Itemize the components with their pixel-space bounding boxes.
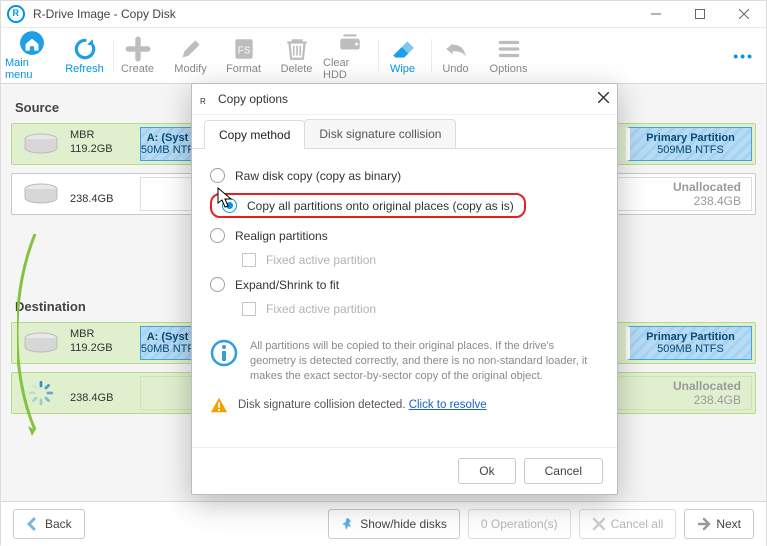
titlebar: R R-Drive Image - Copy Disk	[1, 1, 766, 28]
dialog-close-button[interactable]	[598, 92, 609, 106]
bottombar: Back Show/hide disks 0 Operation(s) Canc…	[1, 501, 766, 546]
partition-sys[interactable]: A: (Syst 50MB NTF	[140, 326, 195, 360]
undo-icon	[443, 36, 469, 62]
warning-panel: Disk signature collision detected. Click…	[192, 394, 617, 426]
radio-icon	[210, 277, 225, 292]
info-panel: All partitions will be copied to their o…	[192, 335, 617, 394]
resolve-link[interactable]: Click to resolve	[409, 399, 487, 411]
minimize-button[interactable]	[634, 1, 678, 27]
opt-expand[interactable]: Expand/Shrink to fit	[210, 272, 599, 297]
opt-raw-copy[interactable]: Raw disk copy (copy as binary)	[210, 163, 599, 188]
dialog-title: Copy options	[218, 92, 288, 106]
partition-primary[interactable]: Primary Partition 509MB NTFS	[626, 127, 752, 161]
arrow-right-icon	[697, 517, 711, 531]
window-title: R-Drive Image - Copy Disk	[31, 7, 176, 21]
app-logo-icon: R	[7, 5, 25, 23]
opt-realign[interactable]: Realign partitions	[210, 223, 599, 248]
next-button[interactable]: Next	[684, 509, 754, 539]
trash-icon	[284, 36, 310, 62]
toolbar-modify[interactable]: Modify	[164, 29, 217, 82]
opt-realign-fixed: Fixed active partition	[210, 248, 599, 272]
arrow-left-icon	[26, 517, 40, 531]
cancel-all-button: Cancel all	[579, 509, 677, 539]
opt-expand-fixed: Fixed active partition	[210, 297, 599, 321]
tab-collision[interactable]: Disk signature collision	[304, 119, 456, 148]
x-icon	[592, 517, 606, 531]
radio-icon	[222, 198, 237, 213]
format-icon: FS	[231, 36, 257, 62]
toolbar-undo[interactable]: Undo	[429, 29, 482, 82]
menu-icon	[496, 36, 522, 62]
disk-icon	[21, 133, 61, 155]
radio-icon	[210, 228, 225, 243]
ok-button[interactable]: Ok	[458, 458, 515, 484]
maximize-button[interactable]	[678, 1, 722, 27]
toolbar-format[interactable]: FS Format	[217, 29, 270, 82]
toolbar-main-menu[interactable]: Main menu	[5, 29, 58, 82]
spinner-icon	[27, 379, 55, 407]
clear-hdd-icon	[337, 30, 363, 56]
toolbar-overflow[interactable]: •••	[733, 48, 754, 64]
toolbar-delete[interactable]: Delete	[270, 29, 323, 82]
warning-icon	[210, 396, 228, 414]
info-icon	[210, 339, 238, 367]
pencil-icon	[178, 36, 204, 62]
toolbar-clear-hdd[interactable]: Clear HDD	[323, 29, 376, 82]
show-hide-disks-button[interactable]: Show/hide disks	[328, 509, 460, 539]
close-icon	[598, 92, 609, 103]
checkbox-icon	[242, 302, 256, 316]
svg-text:FS: FS	[237, 45, 250, 56]
copy-options-dialog: R Copy options Copy method Disk signatur…	[191, 83, 618, 495]
opt-copy-all[interactable]: Copy all partitions onto original places…	[210, 188, 599, 223]
cancel-button[interactable]: Cancel	[524, 458, 603, 484]
tab-copy-method[interactable]: Copy method	[204, 120, 305, 149]
partition-sys[interactable]: A: (Syst 50MB NTF	[140, 127, 195, 161]
disk-icon	[21, 332, 61, 354]
disk-icon	[21, 183, 61, 205]
toolbar: Main menu Refresh Create Modify FS Forma…	[1, 28, 766, 84]
radio-icon	[210, 168, 225, 183]
toolbar-options[interactable]: Options	[482, 29, 535, 82]
toolbar-refresh[interactable]: Refresh	[58, 29, 111, 82]
partition-primary[interactable]: Primary Partition 509MB NTFS	[626, 326, 752, 360]
toolbar-wipe[interactable]: Wipe	[376, 29, 429, 82]
plus-icon	[125, 36, 151, 62]
pin-icon	[341, 517, 355, 531]
back-button[interactable]: Back	[13, 509, 85, 539]
app-logo-icon: R	[200, 93, 212, 105]
close-button[interactable]	[722, 1, 766, 27]
checkbox-icon	[242, 253, 256, 267]
operations-button: 0 Operation(s)	[468, 509, 571, 539]
home-icon	[19, 30, 45, 56]
eraser-icon	[390, 36, 416, 62]
toolbar-create[interactable]: Create	[111, 29, 164, 82]
refresh-icon	[72, 36, 98, 62]
